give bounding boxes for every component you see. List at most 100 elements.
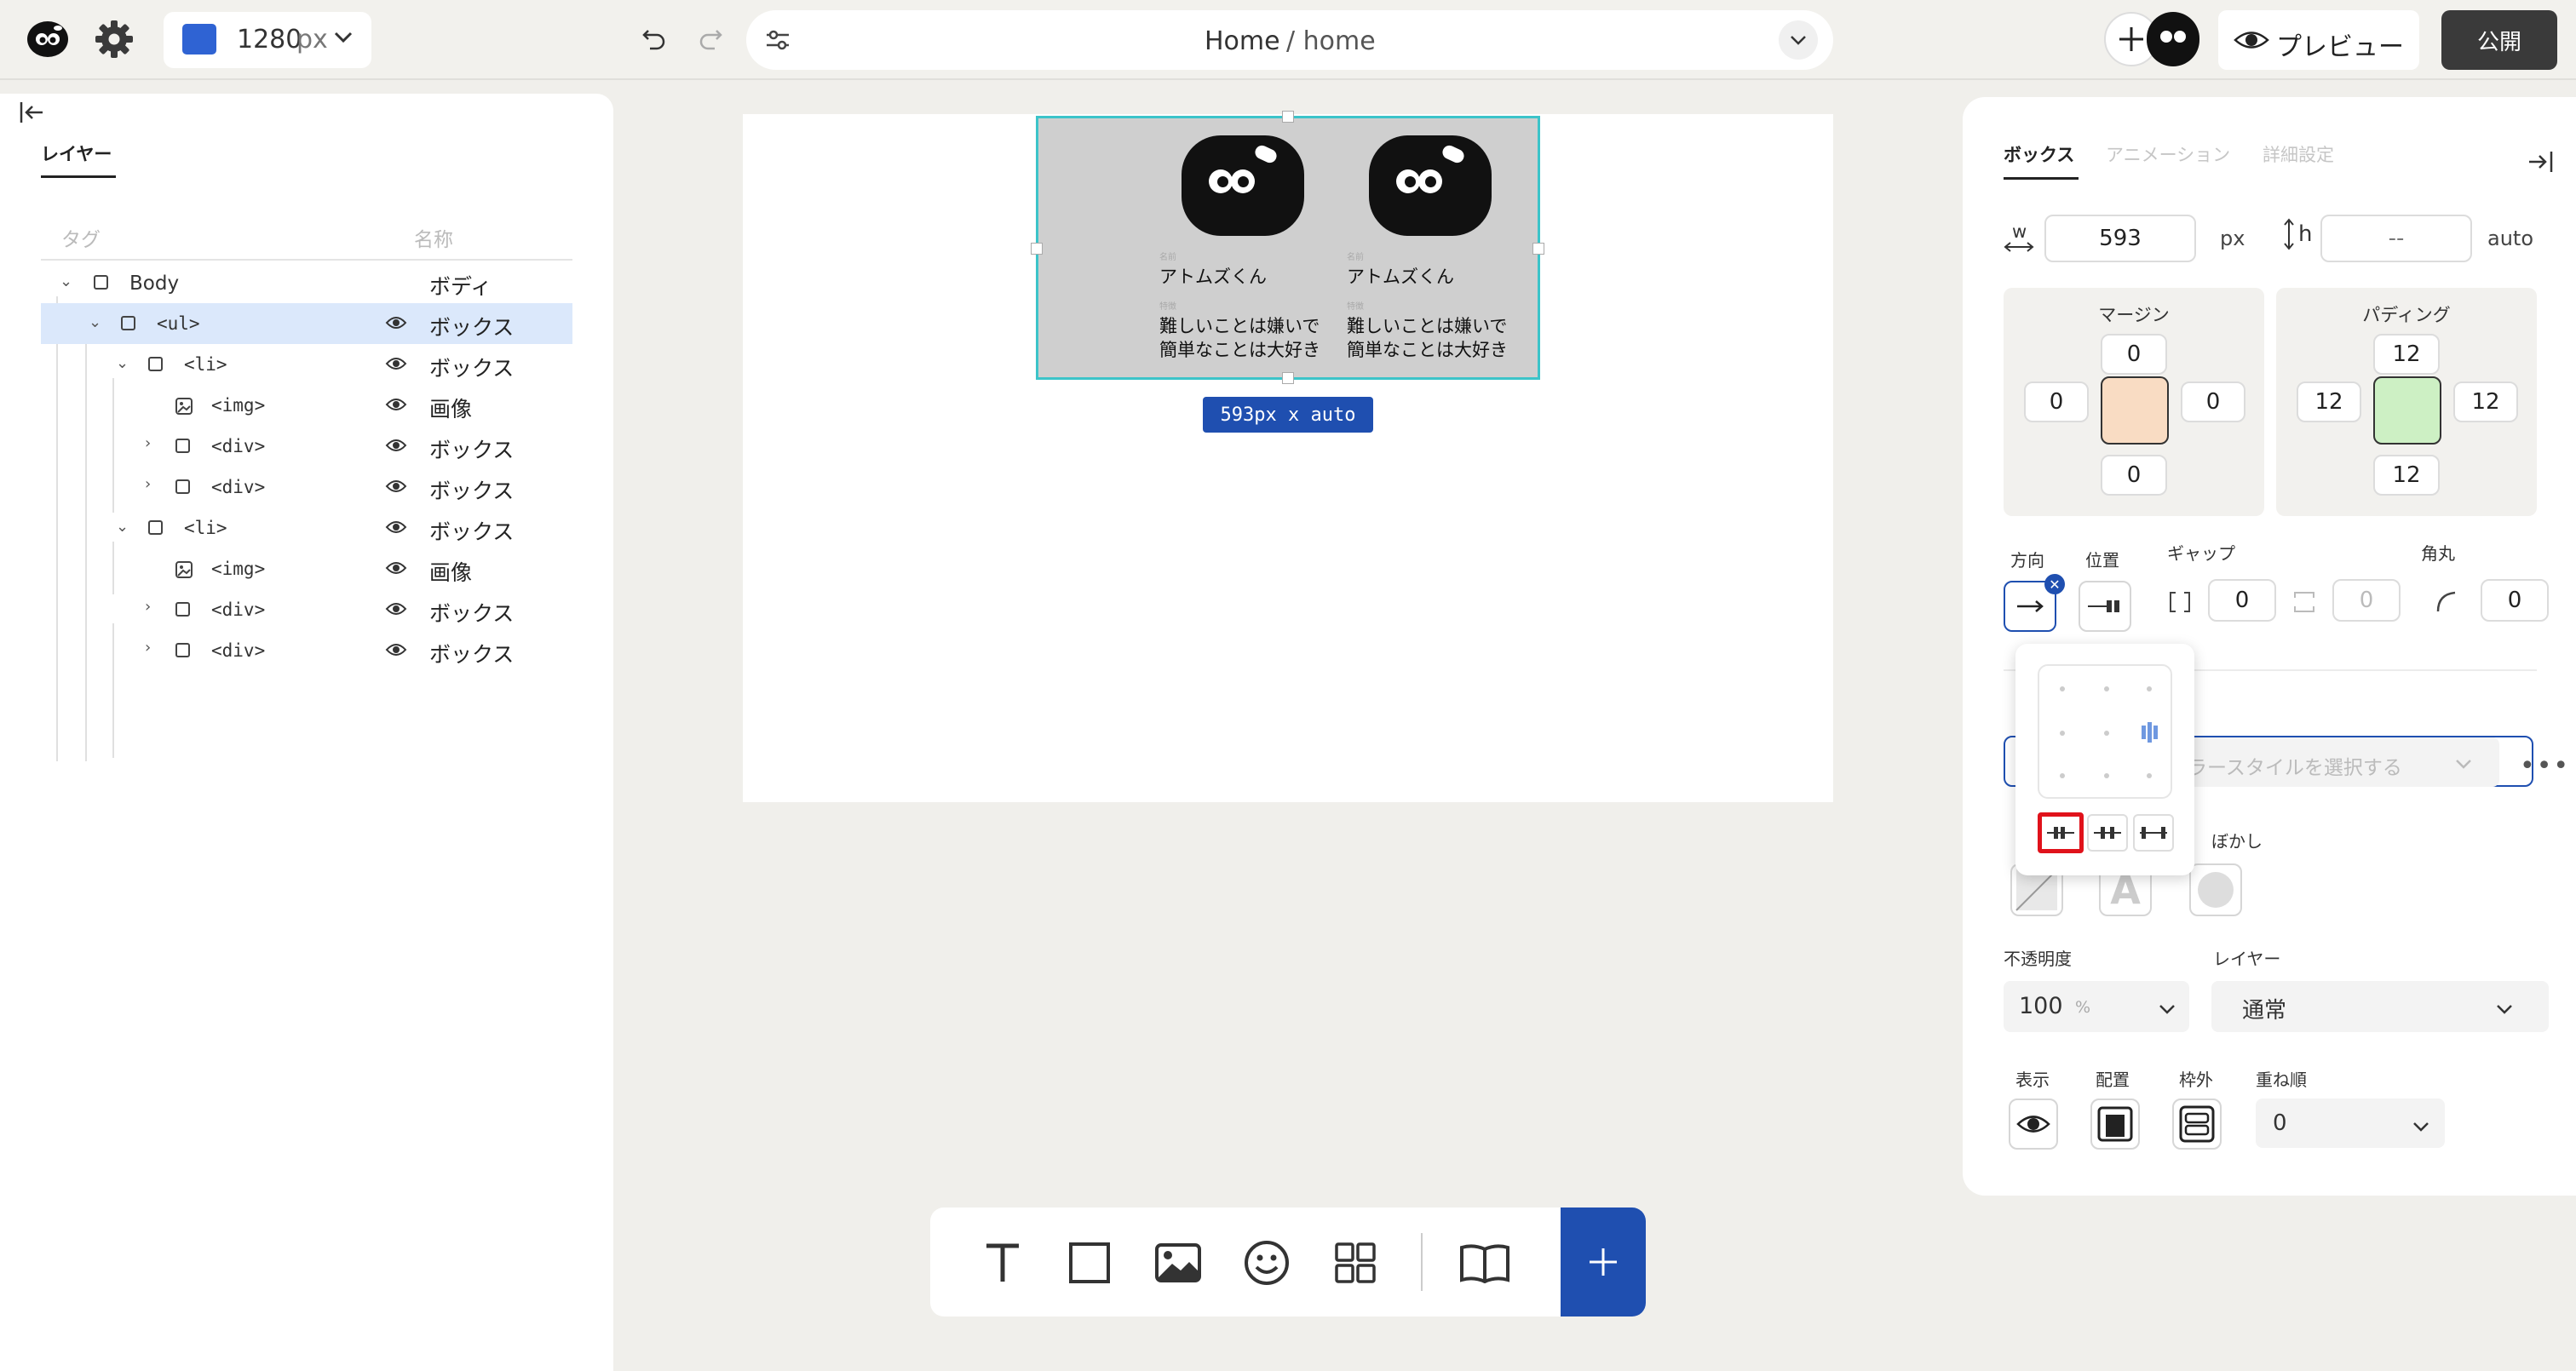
collapse-panel-icon[interactable] [19,100,46,128]
visibility-eye-icon[interactable] [385,436,407,460]
chevron-right-icon[interactable]: › [145,639,151,657]
opacity-select[interactable]: 100 % [2004,981,2189,1032]
visibility-eye-icon[interactable] [385,395,407,419]
justify-between-button[interactable] [2133,814,2174,852]
more-options-icon[interactable]: ••• [2520,751,2570,781]
zorder-select[interactable]: 0 [2256,1099,2445,1148]
viewport-width-select[interactable]: 1280 px [164,12,371,68]
width-input[interactable]: 593 [2044,215,2196,262]
layer-row-li[interactable]: ⌄ <li> ボックス [41,508,572,548]
alignment-grid[interactable] [2038,664,2172,799]
toolbar-divider [1421,1233,1423,1291]
layer-row-div[interactable]: › <div> ボックス [41,589,572,630]
tab-layers[interactable]: レイヤー [41,141,112,166]
placement-button[interactable] [2090,1099,2140,1150]
visibility-eye-icon[interactable] [385,313,407,337]
card-item[interactable]: 名前 アトムズくん 特徴 難しいことは嫌いで 簡単なことは大好き [1343,135,1531,374]
selected-ul-box[interactable]: 名前 アトムズくん 特徴 難しいことは嫌いで 簡単なことは大好き 名前 アトムズ… [1031,111,1544,384]
visibility-eye-icon[interactable] [385,477,407,501]
card-tiny-label: 名前 [1347,253,1364,262]
image-tool-icon[interactable] [1150,1235,1206,1291]
box-tool-icon[interactable] [1061,1235,1118,1291]
page-settings-icon[interactable] [765,29,791,54]
visibility-eye-icon[interactable] [385,354,407,378]
chevron-down-icon[interactable]: ⌄ [116,354,129,372]
visibility-eye-icon[interactable] [385,599,407,623]
gap-input[interactable]: 0 [2208,579,2276,622]
chevron-down-icon[interactable]: ⌄ [89,313,101,331]
blend-layer-label: レイヤー [2213,949,2281,969]
radius-input[interactable]: 0 [2481,579,2549,622]
arrow-right-icon [2017,600,2044,612]
layer-row-li[interactable]: ⌄ <li> ボックス [41,344,572,385]
eye-icon [2016,1116,2050,1133]
components-tool-icon[interactable] [1327,1235,1383,1291]
viewport-width-value: 1280 [237,25,302,54]
text-tool-icon[interactable] [975,1235,1031,1291]
blend-layer-select[interactable]: 通常 [2211,981,2549,1032]
page-selector[interactable]: Home / home [746,10,1833,70]
visibility-eye-icon[interactable] [385,559,407,582]
margin-left-input[interactable]: 0 [2024,381,2089,422]
chevron-down-icon[interactable]: ⌄ [116,518,129,536]
resize-handle[interactable] [1031,243,1043,255]
visibility-eye-icon[interactable] [385,640,407,664]
layer-row-ul[interactable]: ⌄ <ul> ボックス [41,303,572,344]
chevron-down-icon [334,31,353,47]
collapse-panel-icon[interactable] [2527,150,2554,177]
position-button[interactable] [2079,581,2131,632]
add-element-button[interactable] [1561,1208,1646,1317]
character-image[interactable] [1182,135,1304,236]
settings-gear-icon[interactable] [90,15,138,63]
padding-bottom-input[interactable]: 12 [2373,455,2440,496]
height-label: h [2298,221,2313,247]
redo-icon[interactable] [693,22,727,56]
chevron-right-icon[interactable]: › [145,598,151,616]
layer-row-img[interactable]: <img> 画像 [41,548,572,589]
height-unit: auto [2487,227,2534,250]
tab-advanced[interactable]: 詳細設定 [2263,141,2334,167]
shadow-button[interactable] [2189,863,2242,916]
chevron-right-icon[interactable]: › [145,434,151,452]
user-avatar[interactable] [2147,12,2199,66]
layer-row-img[interactable]: <img> 画像 [41,385,572,426]
overflow-button[interactable] [2172,1099,2222,1150]
padding-right-input[interactable]: 12 [2453,381,2518,422]
card-item[interactable]: 名前 アトムズくん 特徴 難しいことは嫌いで 簡単なことは大好き [1156,135,1343,374]
height-input[interactable]: -- [2320,215,2472,262]
library-book-icon[interactable] [1457,1235,1513,1291]
character-image[interactable] [1369,135,1492,236]
layer-row-body[interactable]: ⌄ Body ボディ [41,262,572,303]
visibility-eye-icon[interactable] [385,518,407,542]
box-icon [175,439,190,453]
clear-direction-icon[interactable]: ✕ [2044,574,2065,594]
tab-box[interactable]: ボックス [2004,141,2074,167]
padding-left-input[interactable]: 12 [2297,381,2361,422]
chevron-right-icon[interactable]: › [145,475,151,493]
column-tag-header: タグ [61,229,101,251]
publish-button[interactable]: 公開 [2441,10,2557,70]
justify-center-button[interactable] [2087,814,2128,852]
layer-row-div[interactable]: › <div> ボックス [41,630,572,671]
emoji-tool-icon[interactable] [1239,1235,1295,1291]
resize-handle[interactable] [1282,372,1294,384]
color-style-dropdown[interactable]: ラースタイルを選択する [2181,737,2499,787]
gap-vertical-input[interactable]: 0 [2332,579,2401,622]
chevron-down-icon[interactable]: ⌄ [60,272,72,290]
margin-top-input[interactable]: 0 [2101,334,2167,375]
margin-bottom-input[interactable]: 0 [2101,455,2167,496]
display-toggle-button[interactable] [2009,1099,2058,1150]
layer-row-div[interactable]: › <div> ボックス [41,467,572,508]
tab-animation[interactable]: アニメーション [2106,141,2230,167]
resize-handle[interactable] [1532,243,1544,255]
chevron-down-icon[interactable] [1779,20,1818,60]
margin-right-input[interactable]: 0 [2181,381,2245,422]
justify-start-button[interactable] [2038,812,2084,853]
undo-icon[interactable] [637,22,671,56]
box-icon [94,275,108,290]
app-logo[interactable] [24,17,72,61]
layer-row-div[interactable]: › <div> ボックス [41,426,572,467]
padding-top-input[interactable]: 12 [2373,334,2440,375]
resize-handle[interactable] [1282,111,1294,123]
preview-button[interactable]: プレビュー [2218,10,2419,70]
